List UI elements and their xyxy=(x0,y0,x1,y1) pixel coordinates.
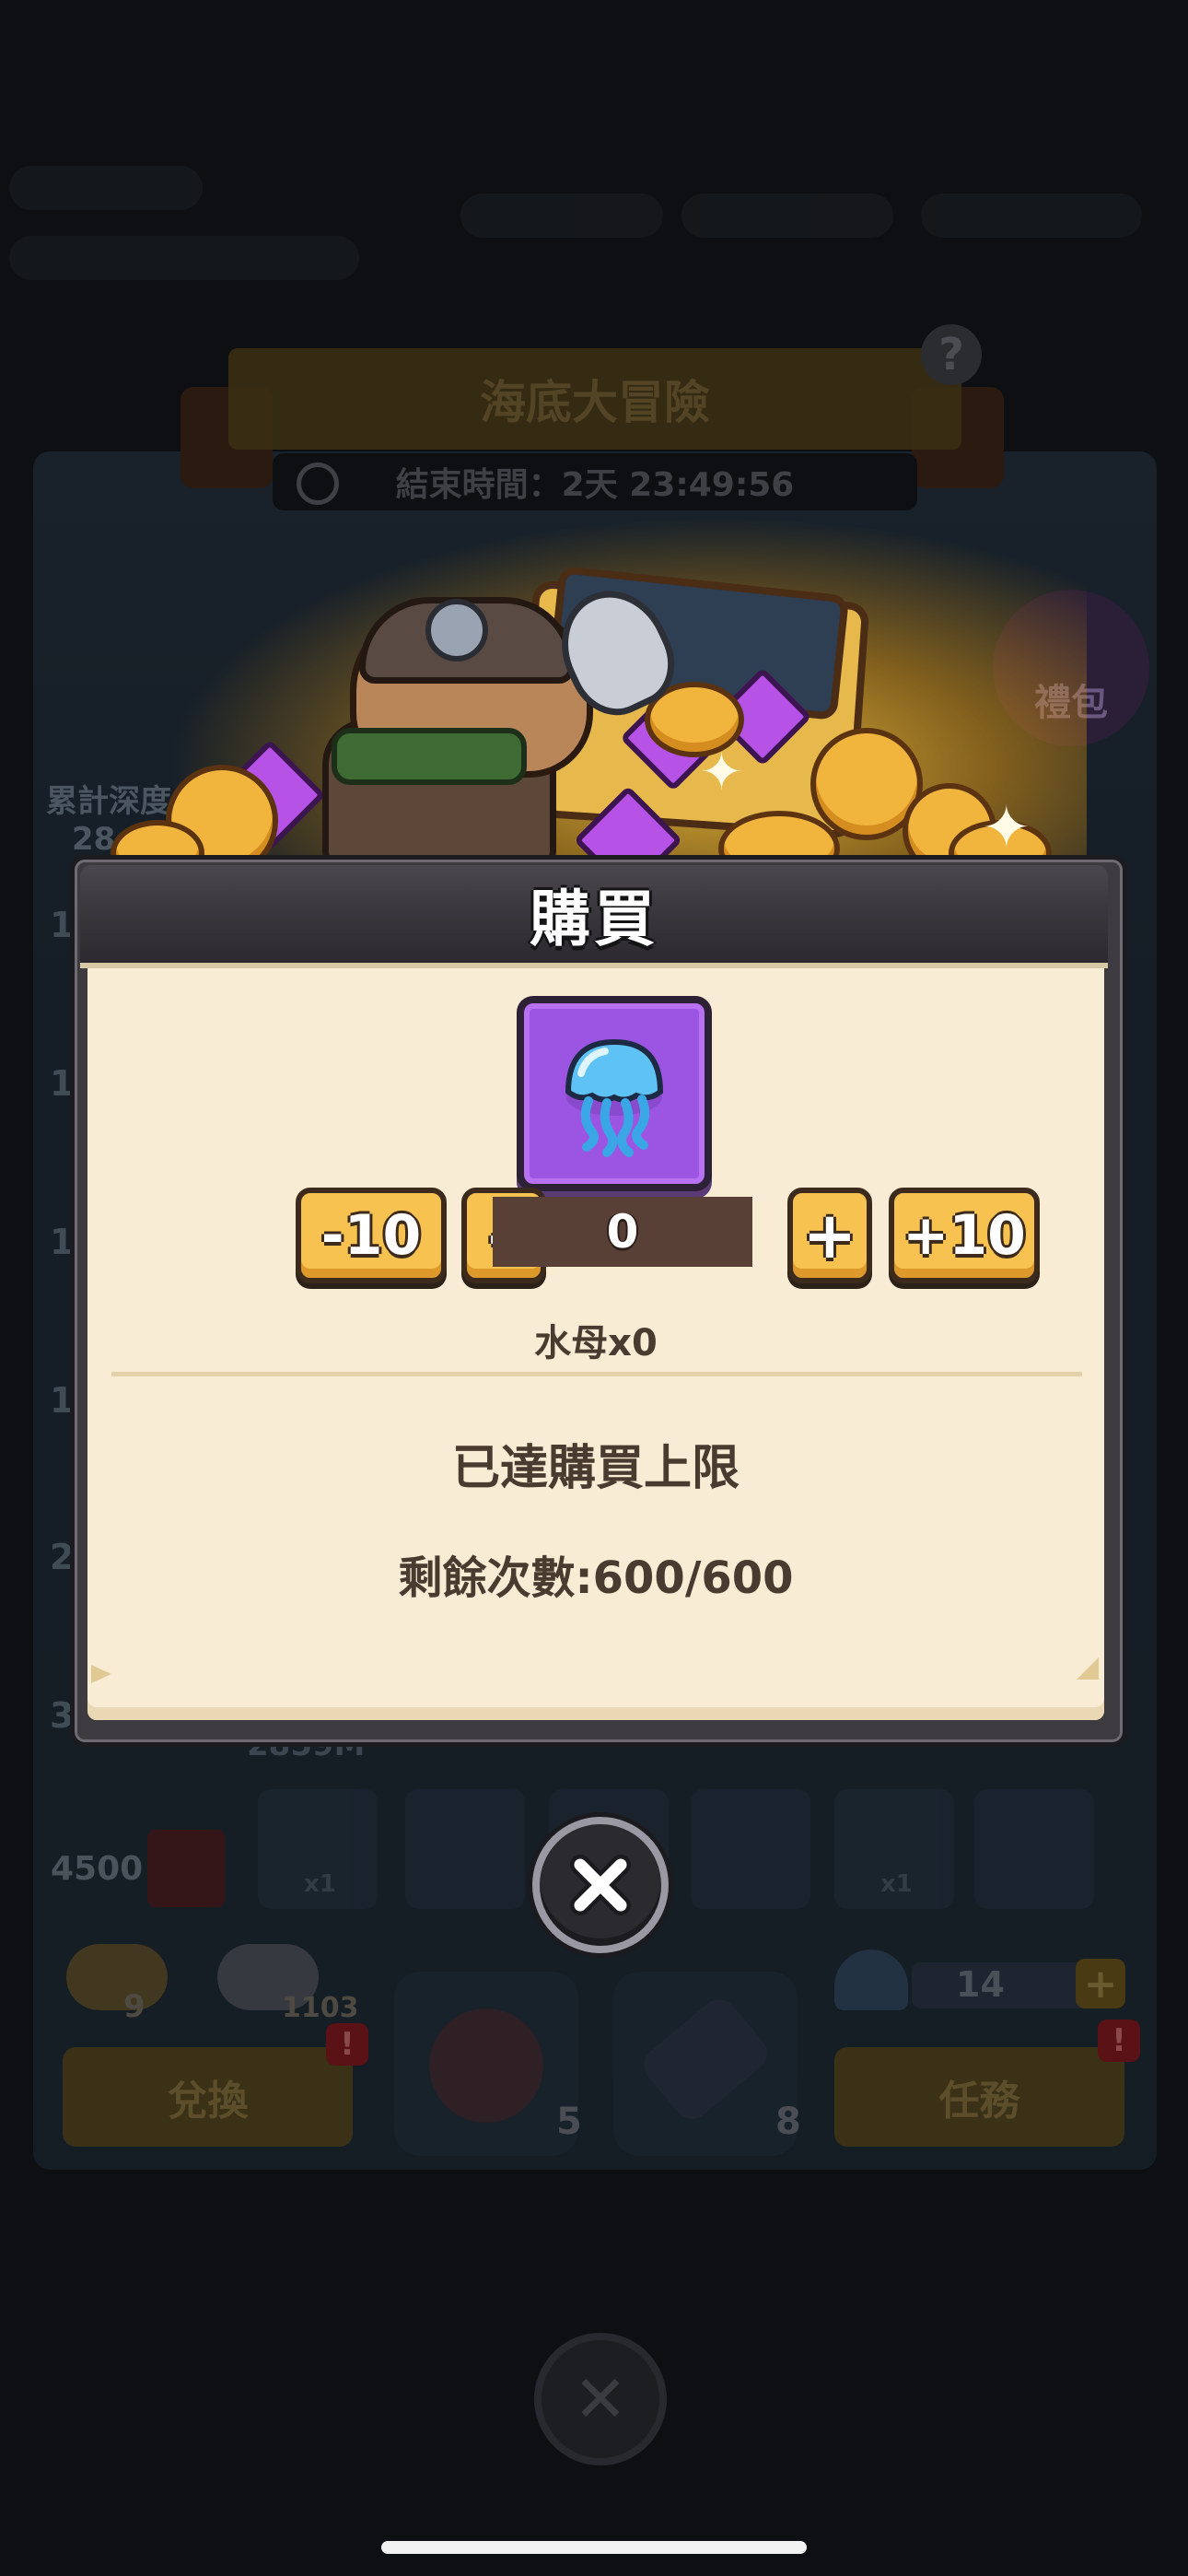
quantity-selector: -10 – 0 + +10 xyxy=(87,1188,1104,1289)
currency-pill xyxy=(921,193,1142,238)
quest-button[interactable]: 任務 xyxy=(834,2047,1124,2147)
home-indicator[interactable] xyxy=(381,2541,807,2554)
reward-slot xyxy=(691,1789,810,1909)
bomb-icon xyxy=(429,2008,543,2123)
minus-ten-button[interactable]: -10 xyxy=(296,1188,447,1283)
close-icon xyxy=(570,1855,631,1915)
sparkle-icon: ✦ xyxy=(700,743,743,802)
purchase-dialog: 購買 -10 – 0 + +10 水母x0 已達購買上限 剩餘次數:600/60… xyxy=(70,855,1127,1747)
currency-pill xyxy=(460,193,663,238)
corner-decoration xyxy=(91,1665,111,1683)
exchange-notification-badge: ! xyxy=(326,2023,368,2066)
flashlight-count: 8 xyxy=(775,2101,801,2143)
plus-one-button[interactable]: + xyxy=(787,1188,872,1283)
helmet-lamp-icon xyxy=(425,599,488,662)
milestone-points: 4500 xyxy=(51,1850,144,1888)
currency-pill xyxy=(681,193,893,238)
dialog-title: 購買 xyxy=(530,884,658,954)
corner-decoration xyxy=(1077,1657,1099,1680)
player-info-pill xyxy=(9,166,203,210)
reward-slot xyxy=(974,1789,1094,1909)
plus-ten-button[interactable]: +10 xyxy=(889,1188,1040,1283)
reward-slot: x1 xyxy=(258,1789,378,1909)
jellyfish-icon xyxy=(565,1038,664,1157)
jellyfish-count-bar: 14 xyxy=(912,1962,1096,2008)
event-timer: 結束時間：2天 23:49:56 xyxy=(273,453,917,510)
gold-shell-icon xyxy=(66,1944,168,2010)
event-title: 海底大冒險 xyxy=(228,348,961,450)
add-jellyfish-button[interactable]: + xyxy=(1076,1959,1125,2008)
gold-shell-count: 9 xyxy=(123,1988,146,2025)
sparkle-icon: ✦ xyxy=(982,794,1031,862)
dialog-header: 購買 xyxy=(80,865,1108,968)
dialog-body: -10 – 0 + +10 水母x0 已達購買上限 剩餘次數:600/600 xyxy=(87,968,1104,1720)
player-power-pill xyxy=(9,236,359,280)
timer-text: 結束時間：2天 23:49:56 xyxy=(395,466,795,504)
capybara-scarf xyxy=(332,728,527,785)
remaining-count: 剩餘次數:600/600 xyxy=(398,1552,794,1604)
flashlight-tool-button[interactable] xyxy=(613,1972,798,2156)
silver-shell-count: 1103 xyxy=(282,1992,359,2024)
bomb-tool-button[interactable] xyxy=(394,1972,578,2156)
purchase-limit-message: 已達購買上限 xyxy=(451,1441,740,1496)
reward-slot: x1 xyxy=(834,1789,954,1909)
item-name: 水母x0 xyxy=(534,1322,658,1364)
help-button[interactable]: ? xyxy=(921,324,982,385)
quest-notification-badge: ! xyxy=(1098,2020,1140,2062)
close-button[interactable] xyxy=(532,1817,669,1953)
top-resource-bar xyxy=(0,147,1188,313)
clock-icon xyxy=(297,463,339,505)
background-close-button: ✕ xyxy=(534,2333,667,2465)
bomb-count: 5 xyxy=(556,2101,582,2143)
item-icon-frame xyxy=(517,996,712,1191)
reward-slot xyxy=(405,1789,525,1909)
exchange-button[interactable]: 兌換 xyxy=(63,2047,353,2147)
quantity-value: 0 xyxy=(493,1197,752,1267)
reward-box-icon xyxy=(147,1830,225,1907)
flashlight-icon xyxy=(636,1991,775,2127)
divider xyxy=(111,1372,1082,1376)
